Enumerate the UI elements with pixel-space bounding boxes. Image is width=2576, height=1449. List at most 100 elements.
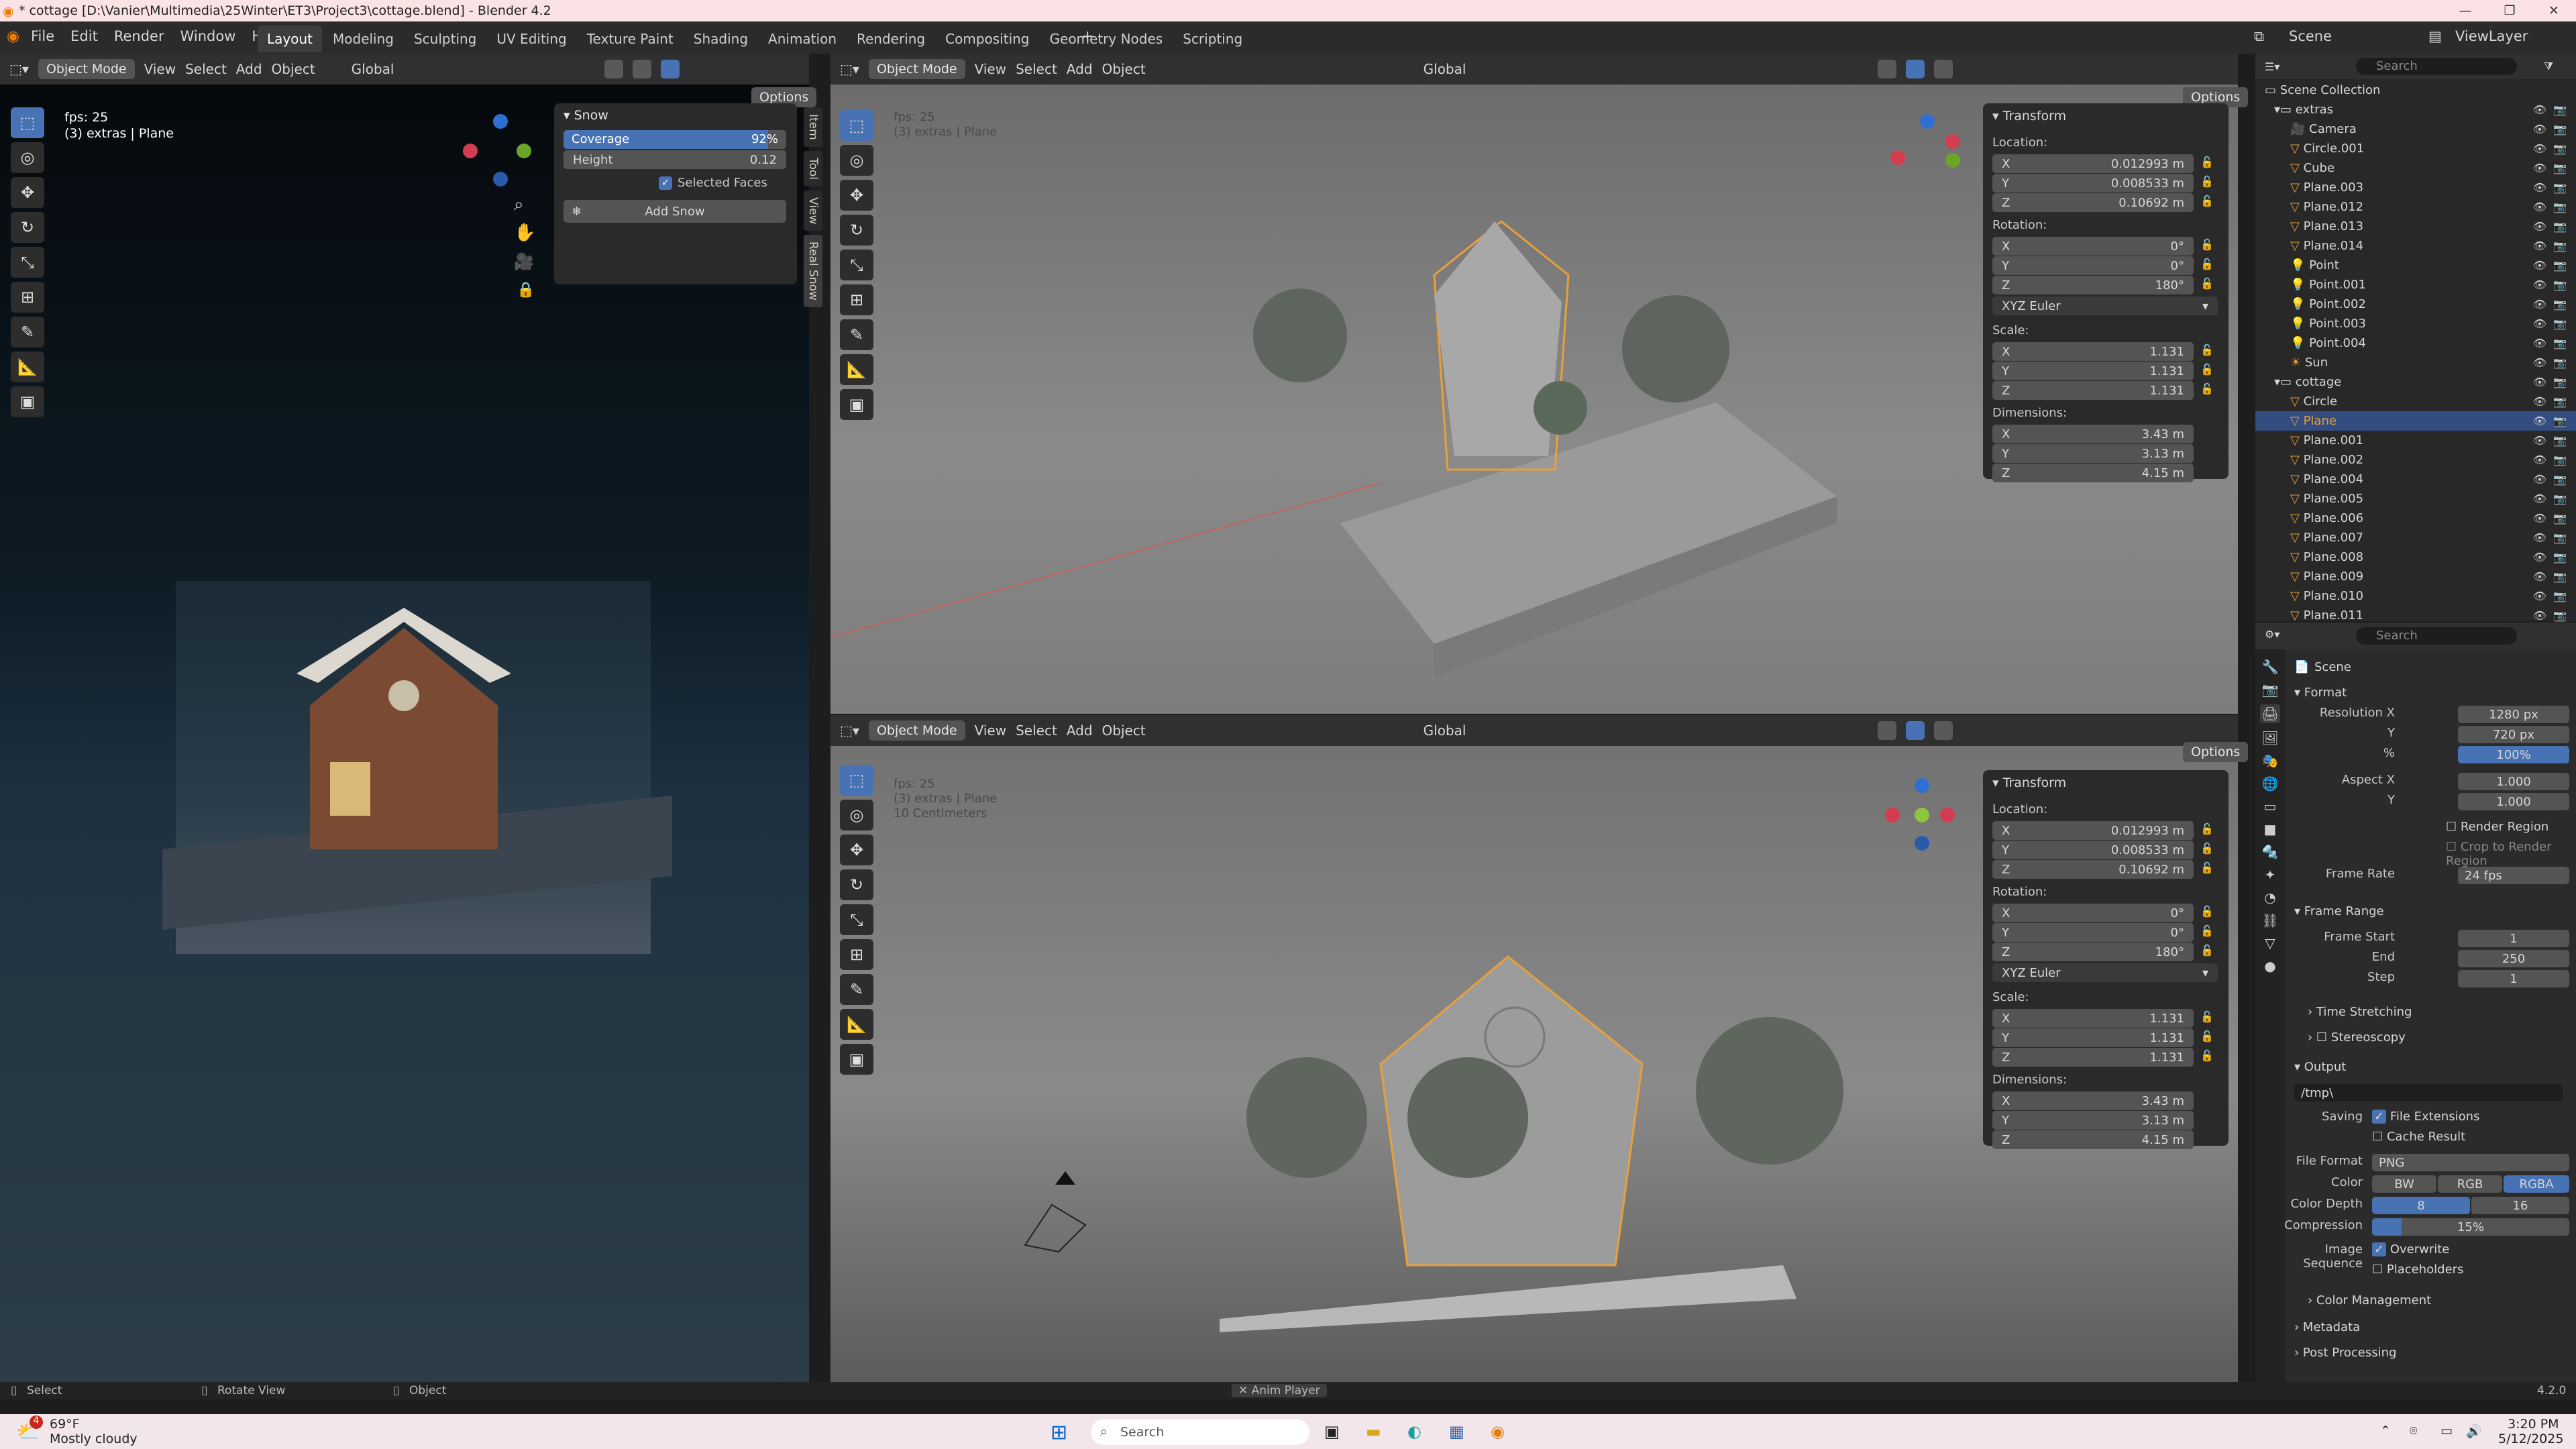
tab-sculpting[interactable]: Sculpting — [405, 25, 486, 52]
file-format-select[interactable]: PNG — [2372, 1154, 2569, 1171]
format-section[interactable]: ▾ Format — [2294, 686, 2347, 700]
outliner-item[interactable]: ▽ Plane.005 👁 📷 — [2255, 489, 2576, 508]
properties-search[interactable]: Search — [2356, 627, 2517, 645]
tab-uv-editing[interactable]: UV Editing — [487, 25, 576, 52]
zoom-icon[interactable]: ⌕ — [514, 195, 524, 215]
camera-restrict-icon[interactable]: 📷 — [2553, 201, 2567, 213]
properties-editor-icon[interactable]: ⚙▾ — [2265, 628, 2279, 641]
tray-chevron-icon[interactable]: ⌃ — [2380, 1424, 2391, 1438]
overwrite-checkbox[interactable]: ✓ Overwrite — [2372, 1242, 2449, 1256]
move-tool-icon[interactable]: ✥ — [11, 177, 44, 208]
outliner-item[interactable]: ▽ Plane.014 👁 📷 — [2255, 236, 2576, 256]
eye-icon[interactable]: 👁 — [2533, 181, 2546, 194]
lock-icon[interactable]: 🔓 — [2200, 382, 2214, 395]
lock-icon[interactable]: 🔓 — [2200, 238, 2214, 251]
lock-icon[interactable]: 🔓 — [2200, 1010, 2214, 1023]
display-icon[interactable]: ▭ — [2440, 1424, 2453, 1438]
tab-tool[interactable]: Tool — [804, 150, 822, 186]
compression-slider[interactable]: 15% — [2372, 1218, 2569, 1236]
lock-icon[interactable]: 🔓 — [2200, 363, 2214, 376]
outliner-item[interactable]: ▽ Plane.009 👁 📷 — [2255, 567, 2576, 586]
object-menu[interactable]: Object — [272, 61, 315, 77]
volume-icon[interactable]: 🔊 — [2466, 1424, 2482, 1439]
scale-tool-icon[interactable]: ⤡ — [11, 247, 44, 278]
eye-icon[interactable]: 👁 — [2533, 453, 2546, 466]
outliner-item[interactable]: ▽ Plane.006 👁 📷 — [2255, 508, 2576, 528]
collection-tab-icon[interactable]: ▭ — [2264, 798, 2277, 814]
tab-shading[interactable]: Shading — [684, 25, 757, 52]
gizmo-neg-z[interactable] — [1915, 836, 1929, 851]
camera-restrict-icon[interactable]: 📷 — [2553, 512, 2567, 525]
eye-icon[interactable]: 👁 — [2533, 590, 2546, 602]
bottom-dimensions-z-field[interactable]: Z 4.15 m — [1992, 1130, 2194, 1149]
bottom-transform-header[interactable]: ▾ Transform — [1992, 775, 2066, 790]
tool-tab-icon[interactable]: 🔧 — [2262, 659, 2279, 675]
bottom-navigation-gizmo[interactable] — [1885, 778, 1959, 852]
taskbar-search[interactable]: ⌕ Search — [1091, 1419, 1309, 1445]
shading-rendered-icon[interactable] — [661, 60, 680, 78]
lock-icon[interactable]: 🔓 — [2200, 175, 2214, 188]
outliner-item[interactable]: 💡 Point.001 👁 📷 — [2255, 275, 2576, 294]
material-tab-icon[interactable]: ● — [2264, 958, 2275, 974]
network-icon[interactable]: ⌾ — [2410, 1424, 2417, 1438]
aspect-x-field[interactable]: 1.000 — [2458, 773, 2569, 790]
add-menu[interactable]: Add — [236, 61, 262, 77]
eye-icon[interactable]: 👁 — [2533, 512, 2546, 525]
frame-range-section[interactable]: ▾ Frame Range — [2294, 904, 2384, 918]
tab-geometry-nodes[interactable]: Geometry Nodes — [1040, 25, 1173, 52]
top-location-x-field[interactable]: X 0.012993 m — [1992, 154, 2194, 173]
scene-icon[interactable]: ⧉ — [2254, 28, 2264, 45]
pan-hand-icon[interactable]: ✋ — [514, 223, 535, 243]
top-rotation-x-field[interactable]: X 0° — [1992, 237, 2194, 256]
top-scale-z-field[interactable]: Z 1.131 — [1992, 381, 2194, 400]
top-dimensions-x-field[interactable]: X 3.43 m — [1992, 425, 2194, 443]
eye-icon[interactable]: 👁 — [2533, 142, 2546, 155]
gizmo-neg-x[interactable] — [1945, 134, 1960, 149]
frame-end-field[interactable]: 250 — [2458, 950, 2569, 967]
top-rotation-z-field[interactable]: Z 180° — [1992, 276, 2194, 294]
scene-collection-row[interactable]: ▭ Scene Collection — [2255, 80, 2576, 100]
camera-view-icon[interactable]: 🎥 — [514, 252, 534, 271]
depth-8-button[interactable]: 8 — [2372, 1197, 2470, 1214]
anim-player-button[interactable]: ✕ Anim Player — [1232, 1384, 1327, 1397]
eye-icon[interactable]: 👁 — [2533, 278, 2546, 291]
camera-restrict-icon[interactable]: 📷 — [2553, 278, 2567, 291]
outliner-item[interactable]: ☀ Sun 👁 📷 — [2255, 353, 2576, 372]
tab-texture-paint[interactable]: Texture Paint — [578, 25, 683, 52]
editor-type-icon[interactable]: ⬚▾ — [9, 61, 29, 77]
eye-icon[interactable]: 👁 — [2533, 609, 2546, 622]
eye-icon[interactable]: 👁 — [2533, 356, 2546, 369]
mode-select[interactable]: Object Mode — [38, 59, 135, 79]
outliner-item[interactable]: 🎥 Camera 👁 📷 — [2255, 119, 2576, 139]
tab-view[interactable]: View — [804, 190, 822, 231]
frame-step-field[interactable]: 1 — [2458, 970, 2569, 987]
menu-window[interactable]: Window — [180, 28, 236, 44]
eye-icon[interactable]: 👁 — [2533, 492, 2546, 505]
camera-restrict-icon[interactable]: 📷 — [2553, 376, 2567, 388]
res-x-field[interactable]: 1280 px — [2458, 706, 2569, 723]
lock-icon[interactable]: 🔓 — [2200, 905, 2214, 918]
outliner-item[interactable]: 💡 Point.002 👁 📷 — [2255, 294, 2576, 314]
camera-restrict-icon[interactable]: 📷 — [2553, 142, 2567, 155]
bottom-dimensions-y-field[interactable]: Y 3.13 m — [1992, 1111, 2194, 1130]
lock-icon[interactable]: 🔓 — [2200, 924, 2214, 937]
menu-render[interactable]: Render — [114, 28, 164, 44]
edge-icon[interactable]: ◐ — [1407, 1422, 1421, 1441]
lock-icon[interactable]: 🔓 — [2200, 258, 2214, 270]
top-navigation-gizmo[interactable] — [1890, 114, 1964, 188]
camera-restrict-icon[interactable]: 📷 — [2553, 473, 2567, 486]
bottom-rotation-y-field[interactable]: Y 0° — [1992, 923, 2194, 942]
lock-icon[interactable]: 🔓 — [2200, 156, 2214, 168]
orientation-select[interactable]: Global — [352, 61, 394, 77]
windows-start-icon[interactable]: ⊞ — [1051, 1421, 1067, 1444]
render-tab-icon[interactable]: 📷 — [2262, 682, 2279, 698]
add-cube-tool-icon[interactable]: ▣ — [11, 386, 44, 417]
camera-restrict-icon[interactable]: 📷 — [2553, 415, 2567, 427]
scene-name[interactable]: Scene — [2289, 28, 2332, 44]
height-field[interactable]: Height 0.12 — [564, 150, 786, 169]
viewlayer-name[interactable]: ViewLayer — [2455, 28, 2528, 44]
tab-item[interactable]: Item — [804, 107, 822, 147]
left-render-viewport[interactable]: ⬚▾ Object Mode View Select Add Object Gl… — [0, 54, 822, 1395]
select-menu[interactable]: Select — [185, 61, 227, 77]
particles-tab-icon[interactable]: ✦ — [2265, 867, 2276, 883]
